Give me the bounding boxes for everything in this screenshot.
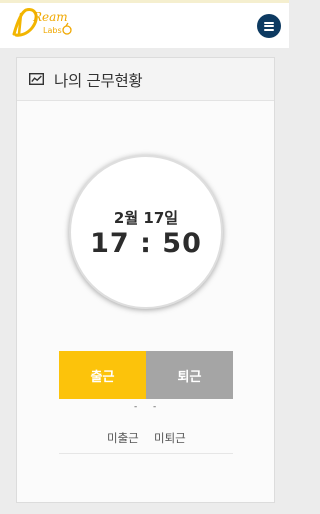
hamburger-icon [264,21,274,31]
check-in-time: - [134,402,138,412]
dream-labs-logo[interactable]: Ream Labs [10,4,76,42]
card-header: 나의 근무현황 [17,58,274,101]
check-in-status: 미출근 [107,431,139,445]
clock-display: 2월 17일 17 : 50 [69,155,223,309]
check-out-time: - [153,402,157,412]
menu-button[interactable] [257,14,281,38]
top-bar: Ream Labs [0,0,289,48]
clock-date: 2월 17일 [113,209,179,227]
divider [59,453,233,454]
card-title: 나의 근무현황 [54,72,143,90]
check-out-button[interactable]: 퇴근 [146,351,233,399]
svg-text:Ream: Ream [32,10,68,24]
top-accent-line [0,0,289,3]
work-status-card: 나의 근무현황 2월 17일 17 : 50 출근 퇴근 - - 미출근 미퇴근 [16,57,275,503]
clock-time: 17 : 50 [90,228,202,259]
check-in-button[interactable]: 출근 [59,351,146,399]
line-chart-icon [29,73,44,85]
svg-text:Labs: Labs [43,26,62,35]
check-out-status: 미퇴근 [154,431,186,445]
